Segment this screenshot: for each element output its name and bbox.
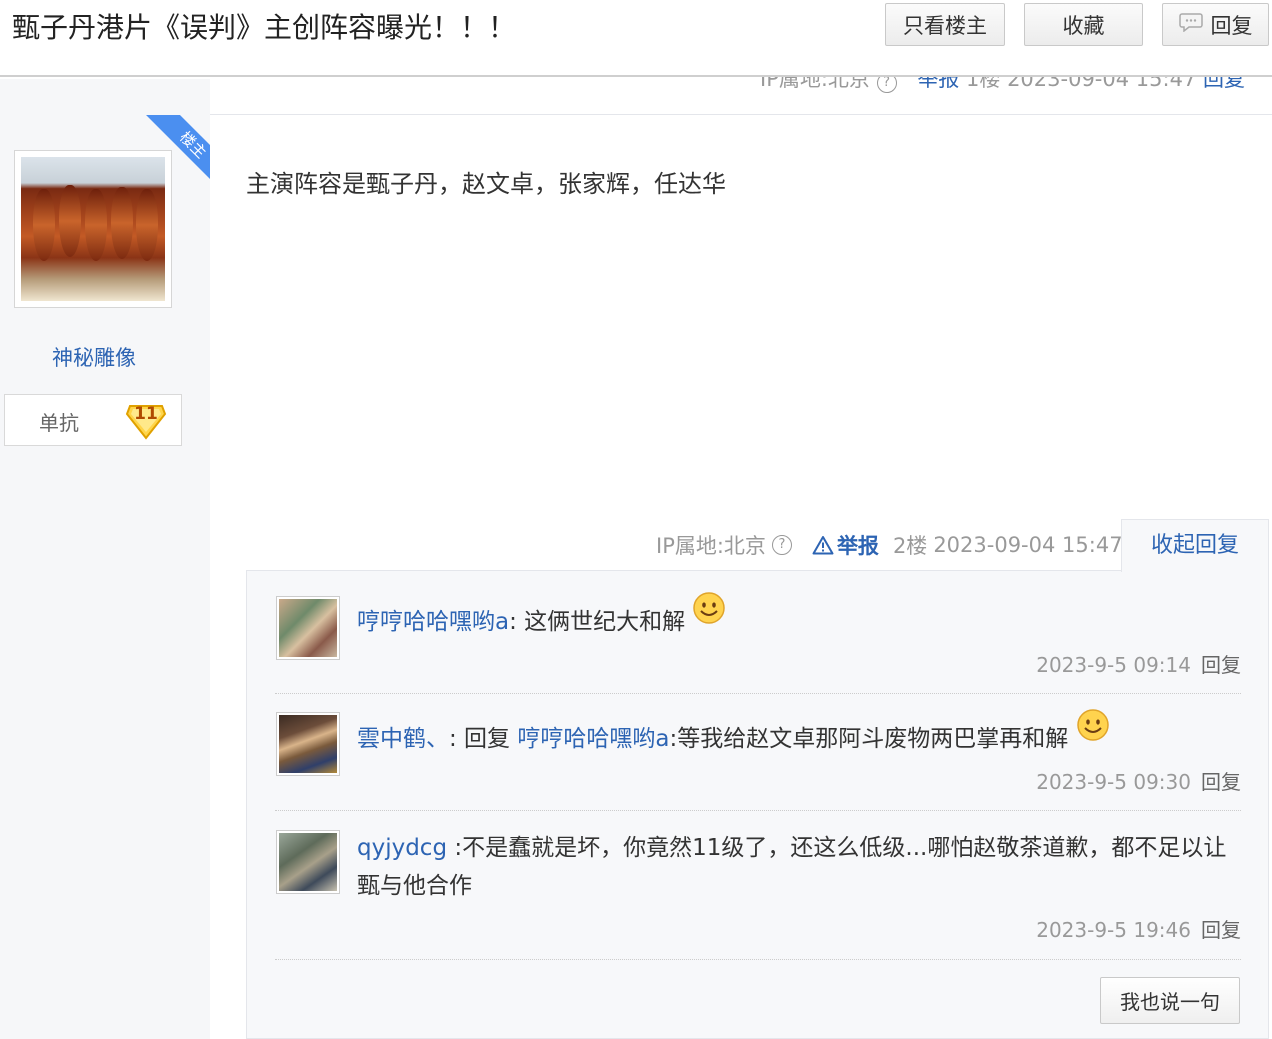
warning-triangle-icon <box>812 536 834 555</box>
badge-level: 11 <box>134 404 158 424</box>
reply-meta: 2023-9-5 09:30 回复 <box>1036 766 1241 795</box>
reply-list: 哼哼哈哈嘿哟a: 这俩世纪大和解 2023-9-5 09:14 回复 雲中鹤、: … <box>246 570 1269 1039</box>
report-link[interactable]: 举报 <box>812 530 879 560</box>
reply-sep: : <box>447 835 463 861</box>
post-time: 2023-09-04 15:47 <box>933 533 1123 557</box>
post-meta: IP属地:北京 ? 举报 2楼 2023-09-04 15:47 <box>656 530 1123 560</box>
member-badge[interactable]: 单抗 11 <box>4 394 182 446</box>
divider <box>210 114 1272 115</box>
op-corner-label: 楼主 <box>145 115 210 180</box>
favorite-button[interactable]: 收藏 <box>1024 3 1143 46</box>
list-item: 雲中鹤、: 回复 哼哼哈哈嘿哟a:等我给赵文卓那阿斗废物两巴掌再和解 2023-… <box>275 709 1241 811</box>
reply-meta: 2023-9-5 19:46 回复 <box>1036 914 1241 943</box>
op-corner-tag: 楼主 <box>145 115 210 180</box>
op-username[interactable]: 神秘雕像 <box>0 342 188 372</box>
say-something-button[interactable]: 我也说一句 <box>1100 977 1240 1024</box>
comment-bubble-icon <box>1178 12 1203 37</box>
avatar-image <box>21 157 165 301</box>
floor-number: 2楼 <box>892 534 928 558</box>
reply-content: 哼哼哈哈嘿哟a: 这俩世纪大和解 <box>357 592 726 641</box>
list-item: 哼哼哈哈嘿哟a: 这俩世纪大和解 2023-9-5 09:14 回复 <box>275 592 1241 694</box>
avatar[interactable] <box>276 830 340 894</box>
reply-time: 2023-9-5 09:14 <box>1036 653 1191 677</box>
reply-link[interactable]: 回复 <box>1201 918 1241 942</box>
reply-username[interactable]: 哼哼哈哈嘿哟a <box>357 609 509 635</box>
avatar[interactable] <box>276 712 340 776</box>
reply-text: :等我给赵文卓那阿斗废物两巴掌再和解 <box>669 726 1069 752</box>
reply-content: 雲中鹤、: 回复 哼哼哈哈嘿哟a:等我给赵文卓那阿斗废物两巴掌再和解 <box>357 709 1110 758</box>
reply-username[interactable]: qyjydcg <box>357 835 447 861</box>
reply-text: 这俩世纪大和解 <box>524 609 686 635</box>
reply-link[interactable]: 回复 <box>1201 653 1241 677</box>
ip-location: IP属地:北京 <box>656 534 766 558</box>
thread-title: 甄子丹港片《误判》主创阵容曝光！！！ <box>12 11 517 44</box>
level-diamond-icon: 11 <box>125 400 167 440</box>
avatar[interactable] <box>276 596 340 660</box>
reply-sep: : 回复 <box>449 726 518 752</box>
smiley-icon <box>1076 709 1109 741</box>
reply-time: 2023-9-5 09:30 <box>1036 770 1191 794</box>
report-label: 举报 <box>836 534 879 558</box>
reply-button-label: 回复 <box>1210 13 1253 38</box>
thread-header: 甄子丹港片《误判》主创阵容曝光！！！ 只看楼主 收藏 回复 <box>0 0 1272 77</box>
reply-username[interactable]: 雲中鹤、 <box>357 726 449 752</box>
reply-content: qyjydcg :不是蠢就是坏，你竟然11级了，还这么低级...哪怕赵敬茶道歉，… <box>357 829 1237 905</box>
question-circle-icon[interactable]: ? <box>771 535 792 555</box>
collapse-replies-tab[interactable]: 收起回复 <box>1121 519 1269 572</box>
reply-sep: : <box>509 609 525 635</box>
only-op-button[interactable]: 只看楼主 <box>885 3 1005 46</box>
reply-target-user[interactable]: 哼哼哈哈嘿哟a <box>517 726 669 752</box>
post-content: 主演阵容是甄子丹，赵文卓，张家辉，任达华 <box>246 170 726 198</box>
badge-name: 单抗 <box>39 411 79 435</box>
reply-button[interactable]: 回复 <box>1162 3 1269 46</box>
reply-link[interactable]: 回复 <box>1201 770 1241 794</box>
reply-time: 2023-9-5 19:46 <box>1036 918 1191 942</box>
reply-meta: 2023-9-5 09:14 回复 <box>1036 649 1241 678</box>
reply-text: 不是蠢就是坏，你竟然11级了，还这么低级...哪怕赵敬茶道歉，都不足以让甄与他合… <box>357 835 1227 899</box>
list-item: qyjydcg :不是蠢就是坏，你竟然11级了，还这么低级...哪怕赵敬茶道歉，… <box>275 829 1241 960</box>
smiley-icon <box>693 592 726 624</box>
